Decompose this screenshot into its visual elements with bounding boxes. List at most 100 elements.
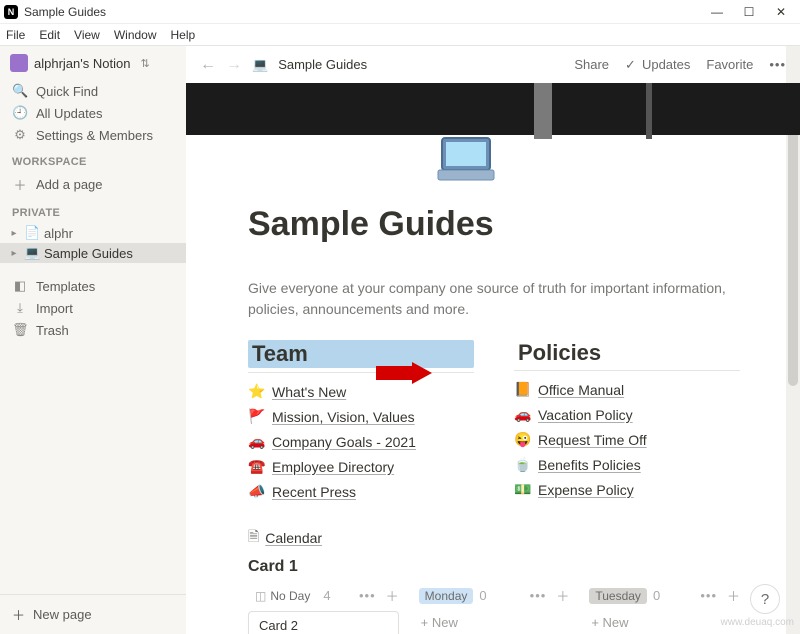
caret-right-icon[interactable]: ▸ — [8, 248, 20, 259]
link-icon: 🍵 — [514, 456, 530, 473]
link-icon: 📙 — [514, 381, 530, 398]
content-columns: Team ⭐What's New 🚩Mission, Vision, Values… — [248, 340, 740, 500]
link-item[interactable]: 💵 Expense Policy — [514, 481, 740, 498]
column-more-button[interactable]: ••• — [530, 588, 547, 603]
link-item[interactable]: 🚩Mission, Vision, Values — [248, 408, 474, 425]
document-icon: 🗎 — [248, 526, 259, 550]
window-close-button[interactable]: ✕ — [774, 5, 788, 19]
annotation-arrow-icon — [376, 362, 432, 384]
breadcrumb[interactable]: Sample Guides — [278, 57, 367, 72]
page-emoji-icon[interactable] — [436, 134, 496, 184]
board-card[interactable]: Card 2 — [248, 611, 399, 634]
window-title: Sample Guides — [24, 5, 710, 19]
calendar-link-label: Calendar — [265, 530, 322, 546]
workspace-icon — [10, 54, 28, 72]
sidebar-item-label: Trash — [36, 323, 69, 338]
board-column-header: Monday 0 ••• ＋ — [419, 586, 570, 605]
menu-edit[interactable]: Edit — [39, 28, 60, 42]
link-item[interactable]: 🚗Vacation Policy — [514, 406, 740, 423]
divider — [248, 372, 474, 373]
calendar-link[interactable]: 🗎 Calendar — [248, 526, 740, 550]
link-item[interactable]: 😜Request Time Off — [514, 431, 740, 448]
link-label: Company Goals - 2021 — [272, 434, 416, 450]
window-minimize-button[interactable]: — — [710, 5, 724, 19]
link-label: Request Time Off — [538, 432, 647, 448]
page-title[interactable]: Sample Guides — [248, 205, 740, 244]
search-icon: 🔍 — [12, 83, 28, 99]
app-icon: N — [4, 5, 18, 19]
sidebar-templates[interactable]: ◧ Templates — [0, 275, 186, 297]
download-icon: ⤓ — [12, 300, 28, 316]
board-column-count: 0 — [479, 588, 486, 603]
sidebar-item-label: New page — [33, 607, 92, 622]
link-item[interactable]: 📙Office Manual — [514, 381, 740, 398]
column-policies: Policies 📙Office Manual 🚗Vacation Policy 😜… — [514, 340, 740, 500]
menu-file[interactable]: File — [6, 28, 25, 42]
updates-button[interactable]: Updates — [642, 57, 690, 72]
page-cover[interactable] — [186, 83, 800, 135]
menu-help[interactable]: Help — [171, 28, 196, 42]
more-menu-button[interactable]: ••• — [769, 57, 786, 72]
column-add-button[interactable]: ＋ — [556, 586, 569, 605]
board-new-card[interactable]: + New — [589, 611, 740, 634]
sidebar-add-page[interactable]: ＋ Add a page — [0, 172, 186, 197]
workspace-switcher[interactable]: alphrjan's Notion ⇅ — [0, 46, 186, 80]
link-item[interactable]: ☎️Employee Directory — [248, 458, 474, 475]
board-column-tag[interactable]: Tuesday — [589, 588, 647, 604]
heading-team[interactable]: Team — [248, 340, 474, 368]
board-column-tag[interactable]: No Day — [248, 587, 317, 605]
link-item[interactable]: 🚗 Company Goals - 2021 — [248, 433, 474, 450]
help-button[interactable]: ? — [750, 584, 780, 614]
favorite-button[interactable]: Favorite — [706, 57, 753, 72]
link-label: Employee Directory — [272, 459, 394, 475]
board-title[interactable]: Card 1 — [248, 558, 740, 576]
sidebar: alphrjan's Notion ⇅ 🔍 Quick Find 🕘 All U… — [0, 46, 186, 634]
board-column: Tuesday0•••＋+ New — [589, 586, 740, 634]
column-more-button[interactable]: ••• — [700, 588, 717, 603]
share-button[interactable]: Share — [574, 57, 609, 72]
sidebar-item-label: All Updates — [36, 106, 102, 121]
sidebar-page-alphr[interactable]: ▸ 📄 alphr — [0, 223, 186, 243]
board-column-header: Tuesday0•••＋ — [589, 586, 740, 605]
nav-back-button[interactable]: ← — [200, 56, 216, 74]
sidebar-settings-members[interactable]: ⚙ Settings & Members — [0, 124, 186, 146]
link-item[interactable]: ⭐What's New — [248, 383, 474, 400]
board-new-card[interactable]: + New — [419, 611, 570, 634]
sidebar-all-updates[interactable]: 🕘 All Updates — [0, 102, 186, 124]
board-column-tag[interactable]: Monday — [419, 588, 474, 604]
sidebar-new-page[interactable]: ＋ New page — [0, 594, 186, 634]
sidebar-import[interactable]: ⤓ Import — [0, 297, 186, 319]
link-label: Vacation Policy — [538, 407, 633, 423]
sidebar-quick-find[interactable]: 🔍 Quick Find — [0, 80, 186, 102]
link-icon: 💵 — [514, 481, 530, 498]
heading-policies[interactable]: Policies — [514, 339, 605, 366]
column-more-button[interactable]: ••• — [359, 588, 376, 603]
divider — [514, 370, 740, 371]
link-icon: ⭐ — [248, 383, 264, 400]
chevron-updown-icon: ⇅ — [140, 57, 149, 70]
nav-forward-button[interactable]: → — [226, 56, 242, 74]
gear-icon: ⚙ — [12, 127, 28, 143]
window-maximize-button[interactable]: ☐ — [742, 5, 756, 19]
calendar-section: 🗎 Calendar Card 1 No Day4•••＋Card 2Monda… — [248, 526, 740, 634]
main-content: ← → 💻 Sample Guides Share ✓ Updates Favo… — [186, 46, 800, 634]
plus-icon: ＋ — [12, 175, 28, 194]
column-add-button[interactable]: ＋ — [727, 586, 740, 605]
caret-right-icon[interactable]: ▸ — [8, 228, 20, 239]
sidebar-trash[interactable]: 🗑 Trash — [0, 319, 186, 341]
link-icon: 🚗 — [248, 433, 264, 450]
link-item[interactable]: 📣Recent Press — [248, 483, 474, 500]
workspace-name: alphrjan's Notion — [34, 56, 130, 71]
sidebar-page-sample-guides[interactable]: ▸ 💻 Sample Guides — [0, 243, 186, 263]
trash-icon: 🗑 — [12, 322, 28, 338]
link-label: Mission, Vision, Values — [272, 409, 415, 425]
clock-icon: 🕘 — [12, 105, 28, 121]
menu-window[interactable]: Window — [114, 28, 157, 42]
link-label: Expense Policy — [538, 482, 634, 498]
column-add-button[interactable]: ＋ — [386, 586, 399, 605]
column-team: Team ⭐What's New 🚩Mission, Vision, Values… — [248, 340, 474, 500]
page-description[interactable]: Give everyone at your company one source… — [248, 278, 740, 320]
sidebar-section-workspace: WORKSPACE — [0, 146, 186, 172]
menu-view[interactable]: View — [74, 28, 100, 42]
link-item[interactable]: 🍵Benefits Policies — [514, 456, 740, 473]
